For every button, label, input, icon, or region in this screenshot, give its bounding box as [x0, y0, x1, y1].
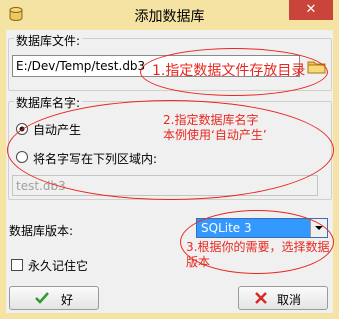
annotation-version-line2: 版本 — [186, 255, 211, 269]
check-icon — [35, 291, 49, 305]
cancel-button[interactable]: 取消 — [238, 286, 328, 310]
remember-label[interactable]: 永久记住它 — [28, 257, 88, 274]
title-bar[interactable]: 添加数据库 ✕ — [0, 0, 339, 30]
annotation-name-line2: 本例使用‘自动产生’ — [163, 128, 267, 142]
annotation-version-line1: 3.根据你的需要，选择数据 — [186, 240, 330, 254]
annotation-file: 1.指定数据文件存放目录 — [152, 63, 306, 79]
close-button[interactable]: ✕ — [289, 0, 333, 20]
annotation-name-line1: 2.指定数据库名字 — [163, 113, 259, 127]
database-version-label: 数据库版本: — [9, 224, 74, 238]
cancel-button-label: 取消 — [277, 293, 302, 307]
close-icon: ✕ — [305, 2, 317, 17]
cross-icon — [254, 291, 268, 305]
dialog-body: 数据库文件: E:/Dev/Temp/test.db3 数据库名字: 自动产生 … — [6, 30, 334, 313]
database-file-label: 数据库文件: — [14, 32, 83, 49]
ok-button[interactable]: 好 — [9, 286, 99, 310]
database-name-label: 数据库名字: — [14, 94, 83, 111]
remember-checkbox[interactable] — [11, 259, 23, 271]
ok-button-label: 好 — [61, 293, 74, 307]
